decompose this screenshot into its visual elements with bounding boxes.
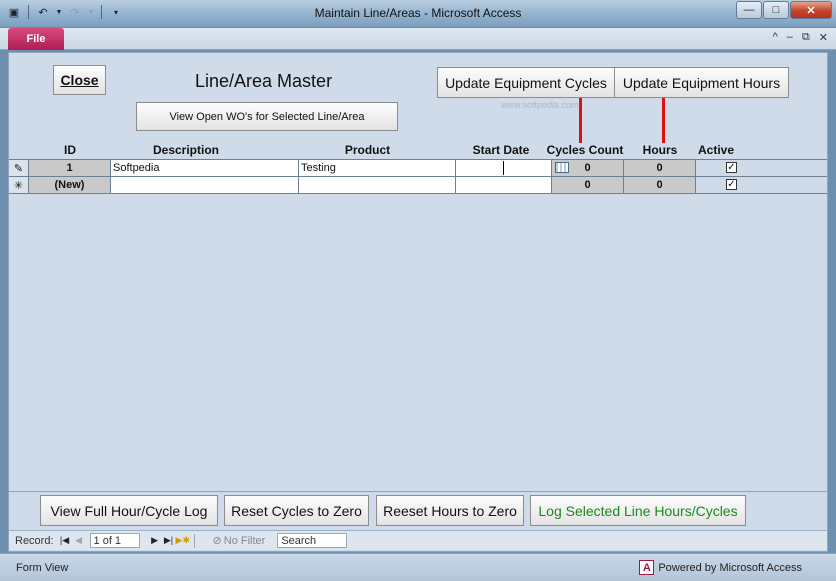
reset-cycles-button[interactable]: Reset Cycles to Zero — [224, 495, 369, 526]
annotation-line-hours — [662, 98, 665, 143]
window-controls: — □ ✕ — [736, 1, 832, 19]
cell-cycles: 0 — [552, 160, 624, 176]
log-selected-button[interactable]: Log Selected Line Hours/Cycles — [530, 495, 746, 526]
column-header-product: Product — [344, 143, 391, 157]
active-checkbox[interactable]: ✓ — [726, 162, 737, 173]
view-status: Form View — [16, 562, 69, 574]
column-header-description: Description — [152, 143, 219, 157]
cell-start-date[interactable] — [456, 160, 552, 176]
watermark: www.softpedia.com — [501, 100, 579, 110]
update-equipment-hours-button[interactable]: Update Equipment Hours — [614, 67, 789, 98]
title-bar: ▣ ↶ ▼ ↷ ▼ ▾ Maintain Line/Areas - Micros… — [0, 0, 836, 28]
record-label: Record: — [15, 534, 54, 547]
record-navigation: Record: |◀ ◀ 1 of 1 ▶ ▶| ▶✱ ⊘ No Filter … — [9, 530, 827, 550]
maximize-icon[interactable]: □ — [763, 1, 789, 19]
close-icon[interactable]: ✕ — [790, 1, 832, 19]
status-bar: Form View A Powered by Microsoft Access — [0, 553, 836, 581]
reset-hours-button[interactable]: Reeset Hours to Zero — [376, 495, 524, 526]
restore-icon[interactable]: ⧉ — [802, 31, 810, 44]
annotation-line-cycles — [579, 98, 582, 143]
record-counter[interactable]: 1 of 1 — [89, 533, 140, 548]
minimize-ribbon-icon[interactable]: – — [787, 31, 793, 44]
cell-active: ✓ — [696, 177, 827, 193]
cell-hours: 0 — [624, 160, 696, 176]
pencil-icon[interactable]: ✎ — [9, 160, 29, 176]
datasheet-grid: ✎ 1 Softpedia Testing 0 0 ✓ ✳ (New) 0 0 … — [9, 159, 827, 194]
cell-description[interactable] — [111, 177, 299, 193]
file-tab[interactable]: File — [8, 28, 64, 50]
help-icon[interactable]: ^ — [773, 31, 778, 44]
nav-separator — [193, 533, 195, 548]
column-header-cycles-count: Cycles Count — [546, 143, 624, 157]
first-record-icon[interactable]: |◀ — [58, 535, 72, 546]
view-open-wo-button[interactable]: View Open WO's for Selected Line/Area — [136, 102, 398, 131]
table-row[interactable]: ✳ (New) 0 0 ✓ — [9, 177, 827, 193]
last-record-icon[interactable]: ▶| — [162, 535, 176, 546]
cell-cycles: 0 — [552, 177, 624, 193]
close-doc-icon[interactable]: ✕ — [819, 31, 828, 44]
column-header-active: Active — [697, 143, 735, 157]
cycles-value: 0 — [584, 162, 591, 174]
table-row[interactable]: ✎ 1 Softpedia Testing 0 0 ✓ — [9, 160, 827, 176]
close-button[interactable]: Close — [53, 65, 106, 95]
new-record-icon[interactable]: ✳ — [9, 177, 29, 193]
cell-product[interactable] — [299, 177, 456, 193]
ribbon-bar: File ^ – ⧉ ✕ — [0, 28, 836, 50]
previous-record-icon[interactable]: ◀ — [72, 535, 86, 546]
view-full-log-button[interactable]: View Full Hour/Cycle Log — [40, 495, 218, 526]
column-header-id: ID — [64, 143, 76, 157]
search-input[interactable]: Search — [277, 533, 348, 548]
new-record-nav-icon[interactable]: ▶✱ — [176, 535, 190, 546]
column-header-hours: Hours — [642, 143, 678, 157]
update-equipment-cycles-button[interactable]: Update Equipment Cycles — [437, 67, 615, 98]
access-logo-icon: A — [639, 560, 655, 575]
window-title: Maintain Line/Areas - Microsoft Access — [314, 6, 522, 20]
footer-divider — [9, 491, 827, 492]
ribbon-controls: ^ – ⧉ ✕ — [773, 31, 828, 44]
cell-id: 1 — [29, 160, 111, 176]
minimize-icon[interactable]: — — [736, 1, 762, 19]
cell-id: (New) — [29, 177, 111, 193]
next-record-icon[interactable]: ▶ — [148, 535, 162, 546]
active-checkbox[interactable]: ✓ — [726, 179, 737, 190]
cell-description[interactable]: Softpedia — [111, 160, 299, 176]
cell-start-date[interactable] — [456, 177, 552, 193]
cell-hours: 0 — [624, 177, 696, 193]
grid-line — [9, 193, 827, 194]
form-area: Close Line/Area Master View Open WO's fo… — [8, 52, 828, 552]
cell-active: ✓ — [696, 160, 827, 176]
calendar-icon[interactable] — [555, 162, 569, 173]
filter-icon[interactable]: ⊘ — [213, 534, 222, 547]
text-caret — [503, 161, 504, 175]
column-header-start-date: Start Date — [472, 143, 530, 157]
no-filter-button[interactable]: No Filter — [224, 535, 266, 547]
powered-by-text: Powered by Microsoft Access — [658, 561, 802, 574]
powered-by: A Powered by Microsoft Access — [639, 560, 802, 575]
cell-product[interactable]: Testing — [299, 160, 456, 176]
page-title: Line/Area Master — [195, 71, 333, 91]
